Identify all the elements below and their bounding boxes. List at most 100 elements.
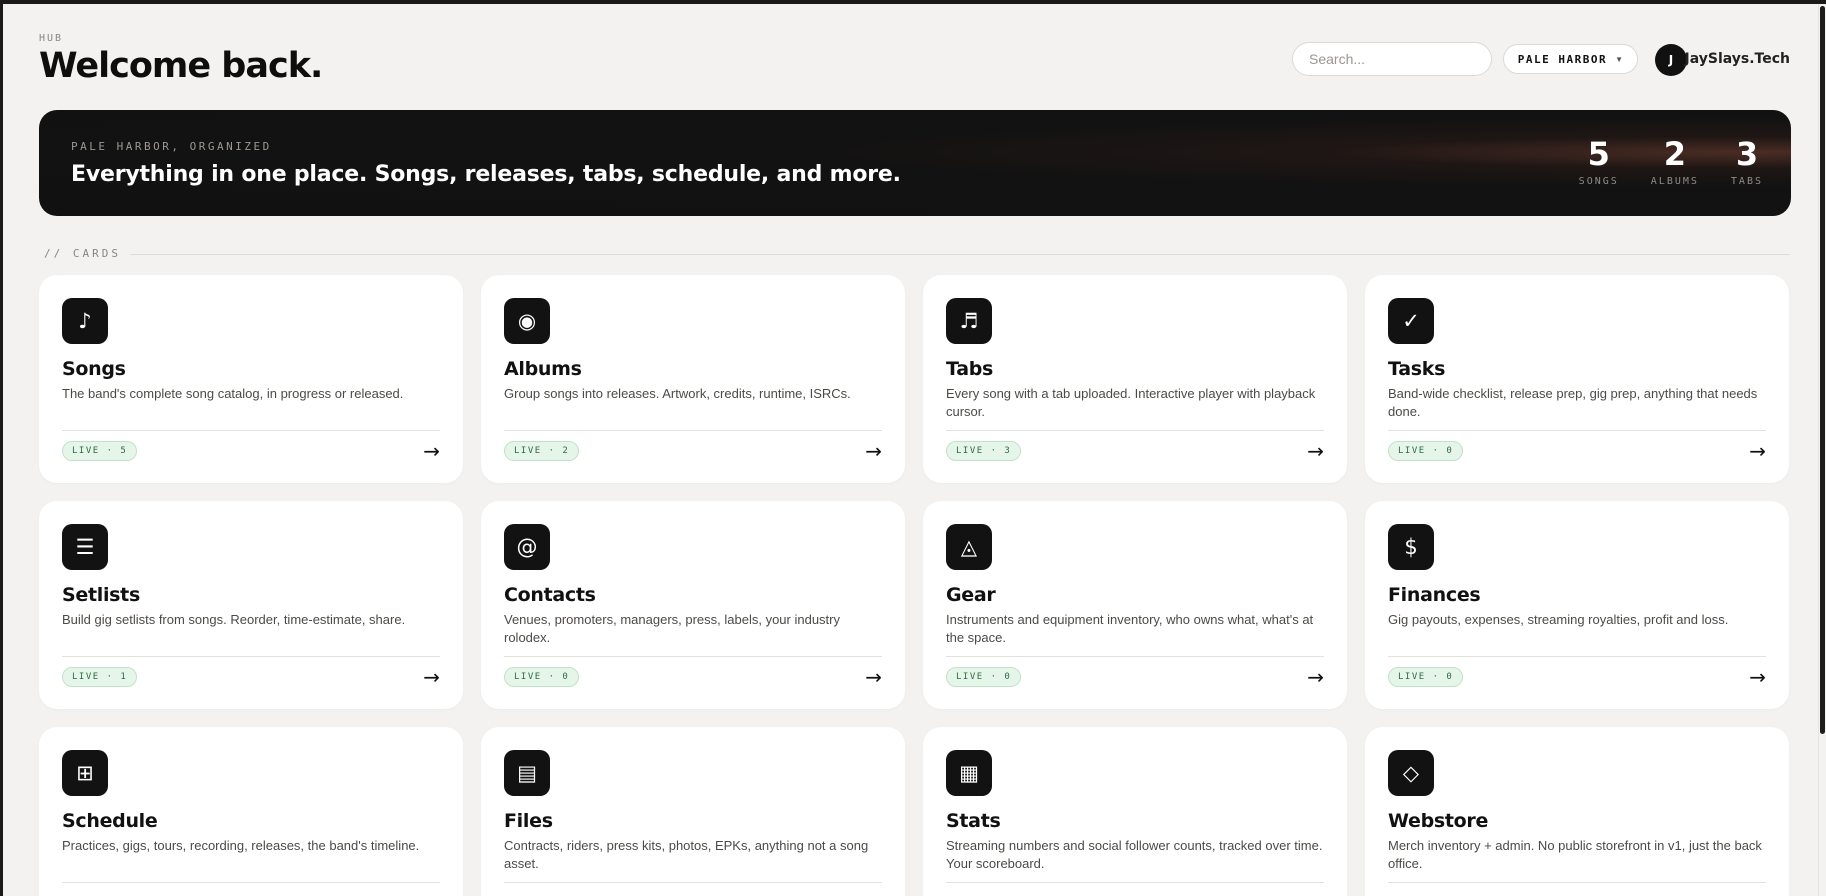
hero-eyebrow: PALE HARBOR, ORGANIZED	[71, 140, 272, 153]
stat-label: SONGS	[1578, 176, 1619, 187]
card-title: Webstore	[1388, 810, 1489, 832]
card-title: Finances	[1388, 584, 1481, 606]
arrow-right-icon[interactable]: →	[1307, 665, 1324, 689]
card-stats[interactable]: ▦ Stats Streaming numbers and social follo…	[923, 727, 1347, 896]
card-contacts[interactable]: @ Contacts Venues, promoters, managers, pr…	[481, 501, 905, 709]
card-tabs[interactable]: ♬ Tabs Every song with a tab uploaded. Int…	[923, 275, 1347, 483]
stat-value: 3	[1735, 135, 1759, 173]
window-left-border	[0, 0, 3, 896]
document-icon: ▤	[504, 750, 550, 796]
card-title: Albums	[504, 358, 582, 380]
card-divider	[504, 430, 882, 431]
card-title: Setlists	[62, 584, 140, 606]
card-description: The band's complete song catalog, in pro…	[62, 386, 404, 401]
stat-value: 5	[1587, 135, 1610, 173]
card-description: Every song with a tab uploaded. Interact…	[946, 386, 1316, 419]
list-icon: ☰	[62, 524, 108, 570]
checkmark-icon: ✓	[1388, 298, 1434, 344]
arrow-right-icon[interactable]: →	[1749, 665, 1766, 689]
calendar-grid-icon: ⊞	[62, 750, 108, 796]
status-badge: LIVE · 0	[1388, 441, 1464, 461]
card-finances[interactable]: $ Finances Gig payouts, expenses, streamin…	[1365, 501, 1789, 709]
cards-grid: ♪ Songs The band's complete song catalog, …	[39, 275, 1791, 896]
arrow-right-icon[interactable]: →	[1307, 439, 1324, 463]
stat-label: ALBUMS	[1650, 176, 1699, 187]
username[interactable]: JaySlays.Tech	[1685, 51, 1790, 67]
card-gear[interactable]: ◬ Gear Instruments and equipment inventory…	[923, 501, 1347, 709]
card-description: Build gig setlists from songs. Reorder, …	[62, 612, 406, 627]
card-description: Practices, gigs, tours, recording, relea…	[62, 838, 420, 853]
card-description: Gig payouts, expenses, streaming royalti…	[1388, 612, 1729, 627]
arrow-right-icon[interactable]: →	[423, 439, 440, 463]
card-divider	[1388, 656, 1766, 657]
arrow-right-icon[interactable]: →	[865, 439, 882, 463]
status-badge: LIVE · 0	[504, 667, 580, 687]
hero-stats: 5 SONGS 2 ALBUMS 3 TABS	[1579, 138, 1763, 187]
card-divider	[946, 882, 1324, 883]
arrow-right-icon[interactable]: →	[1749, 439, 1766, 463]
card-schedule[interactable]: ⊞ Schedule Practices, gigs, tours, recordi…	[39, 727, 463, 896]
card-description: Contracts, riders, press kits, photos, E…	[504, 838, 869, 871]
card-title: Gear	[946, 584, 996, 606]
card-title: Files	[504, 810, 553, 832]
card-title: Tasks	[1388, 358, 1446, 380]
at-sign-icon: @	[504, 524, 550, 570]
card-title: Tabs	[946, 358, 994, 380]
card-description: Band-wide checklist, release prep, gig p…	[1388, 386, 1758, 419]
card-description: Streaming numbers and social follower co…	[946, 838, 1323, 871]
page-eyebrow: HUB	[39, 33, 64, 44]
card-albums[interactable]: ◉ Albums Group songs into releases. Artwor…	[481, 275, 905, 483]
scrollbar-thumb[interactable]	[1820, 6, 1825, 734]
card-tasks[interactable]: ✓ Tasks Band-wide checklist, release prep,…	[1365, 275, 1789, 483]
band-select-label: PALE HARBOR	[1517, 52, 1608, 66]
page-header: HUB Welcome back. PALE HARBOR ▼ J JaySla…	[39, 30, 1790, 90]
card-title: Schedule	[62, 810, 158, 832]
card-description: Merch inventory + admin. No public store…	[1388, 838, 1762, 871]
dollar-icon: $	[1388, 524, 1434, 570]
stat-songs: 5 SONGS	[1579, 138, 1619, 187]
music-note-icon: ♪	[62, 298, 108, 344]
arrow-right-icon[interactable]: →	[423, 665, 440, 689]
window-top-border	[0, 0, 1826, 4]
card-description: Group songs into releases. Artwork, cred…	[504, 386, 851, 401]
card-songs[interactable]: ♪ Songs The band's complete song catalog, …	[39, 275, 463, 483]
stat-label: TABS	[1730, 176, 1763, 187]
hero-banner: PALE HARBOR, ORGANIZED Everything in one…	[39, 110, 1791, 216]
status-badge: LIVE · 2	[504, 441, 580, 461]
search-input[interactable]	[1292, 42, 1492, 76]
status-badge: LIVE · 3	[946, 441, 1022, 461]
page-title: Welcome back.	[39, 46, 323, 86]
card-divider	[62, 882, 440, 883]
triangle-icon: ◬	[946, 524, 992, 570]
section-label: // CARDS	[44, 247, 121, 260]
stat-albums: 2 ALBUMS	[1651, 138, 1699, 187]
card-divider	[62, 656, 440, 657]
status-badge: LIVE · 5	[62, 441, 138, 461]
stat-tabs: 3 TABS	[1731, 138, 1763, 187]
diamond-icon: ◇	[1388, 750, 1434, 796]
card-description: Venues, promoters, managers, press, labe…	[504, 612, 840, 645]
card-divider	[504, 882, 882, 883]
disc-icon: ◉	[504, 298, 550, 344]
avatar[interactable]: J	[1655, 44, 1687, 76]
card-webstore[interactable]: ◇ Webstore Merch inventory + admin. No pub…	[1365, 727, 1789, 896]
section-divider	[130, 254, 1790, 255]
card-title: Contacts	[504, 584, 596, 606]
card-divider	[1388, 882, 1766, 883]
card-title: Songs	[62, 358, 126, 380]
card-files[interactable]: ▤ Files Contracts, riders, press kits, pho…	[481, 727, 905, 896]
band-select-dropdown[interactable]: PALE HARBOR ▼	[1502, 44, 1638, 74]
chevron-down-icon: ▼	[1615, 54, 1623, 64]
sheet-music-icon: ♬	[946, 298, 992, 344]
hero-title: Everything in one place. Songs, releases…	[71, 162, 901, 187]
stats-grid-icon: ▦	[946, 750, 992, 796]
card-divider	[62, 430, 440, 431]
card-title: Stats	[946, 810, 1001, 832]
card-divider	[1388, 430, 1766, 431]
card-setlists[interactable]: ☰ Setlists Build gig setlists from songs. …	[39, 501, 463, 709]
card-divider	[946, 656, 1324, 657]
status-badge: LIVE · 0	[1388, 667, 1464, 687]
arrow-right-icon[interactable]: →	[865, 665, 882, 689]
stat-value: 2	[1663, 135, 1686, 173]
status-badge: LIVE · 0	[946, 667, 1022, 687]
